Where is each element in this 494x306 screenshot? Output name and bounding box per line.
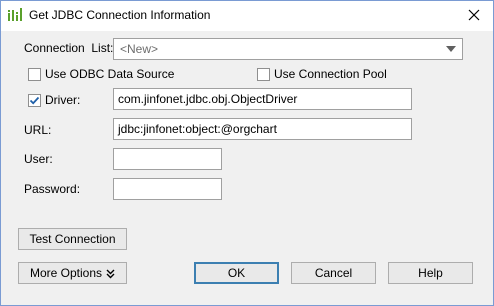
password-field[interactable] (113, 178, 222, 200)
driver-checkbox[interactable] (28, 94, 41, 107)
ok-button[interactable]: OK (194, 262, 279, 284)
help-label: Help (418, 266, 443, 280)
dialog-body: Connection List: <New> Use ODBC Data Sou… (1, 31, 493, 305)
connection-list-dropdown[interactable]: <New> (113, 38, 463, 60)
user-label: User: (24, 152, 53, 166)
test-connection-label: Test Connection (29, 232, 116, 246)
close-button[interactable] (461, 4, 487, 28)
test-connection-button[interactable]: Test Connection (18, 228, 127, 250)
password-label: Password: (24, 182, 81, 196)
ok-label: OK (227, 266, 246, 280)
driver-label: Driver: (45, 93, 81, 107)
more-options-button[interactable]: More Options (18, 262, 127, 284)
use-odbc-label: Use ODBC Data Source (45, 67, 175, 81)
cancel-button[interactable]: Cancel (291, 262, 376, 284)
url-field[interactable]: jdbc:jinfonet:object:@orgchart (113, 118, 412, 140)
connection-list-value: <New> (120, 42, 159, 56)
bar-chart-icon (7, 7, 23, 23)
title-bar[interactable]: Get JDBC Connection Information (1, 1, 493, 31)
cancel-label: Cancel (314, 266, 353, 280)
double-chevron-down-icon (106, 268, 115, 279)
more-options-label: More Options (29, 266, 103, 280)
use-connection-pool-checkbox[interactable] (257, 68, 270, 81)
help-button[interactable]: Help (388, 262, 473, 284)
connection-list-label: Connection List: (24, 41, 114, 55)
user-field[interactable] (113, 148, 222, 170)
close-icon (468, 9, 480, 24)
check-icon (29, 96, 40, 105)
use-connection-pool-label: Use Connection Pool (274, 67, 387, 81)
use-odbc-checkbox[interactable] (28, 68, 41, 81)
chevron-down-icon[interactable] (444, 43, 458, 55)
window-title: Get JDBC Connection Information (29, 8, 211, 22)
dialog-window: Get JDBC Connection Information Connecti… (0, 0, 494, 306)
url-label: URL: (24, 123, 52, 137)
driver-field[interactable]: com.jinfonet.jdbc.obj.ObjectDriver (113, 88, 412, 110)
